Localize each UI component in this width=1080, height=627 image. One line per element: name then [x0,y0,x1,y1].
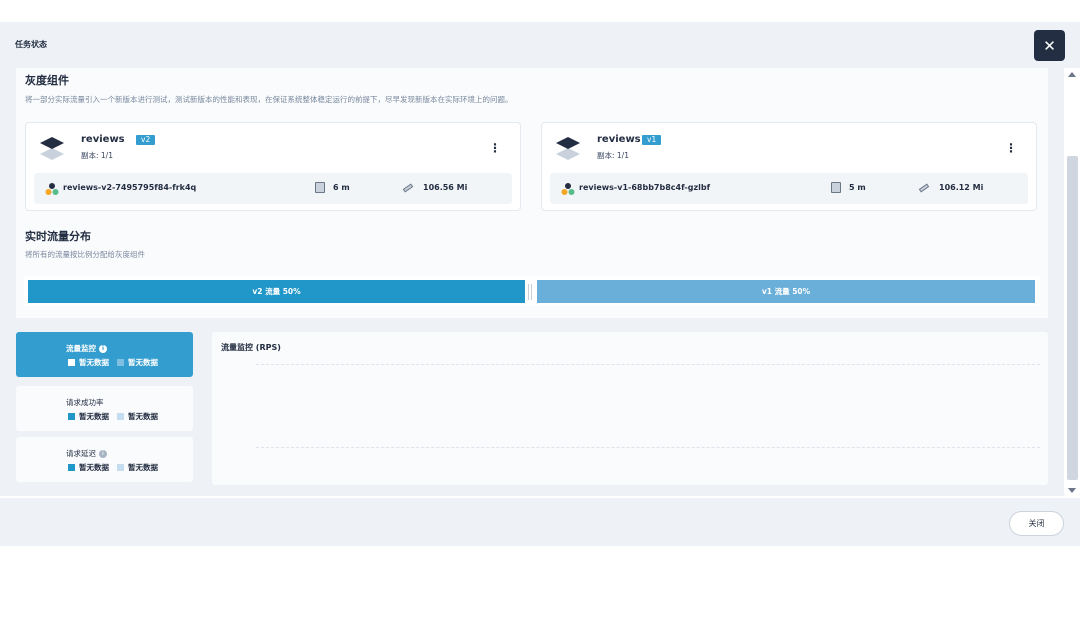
memory-icon [402,183,414,193]
tab-legend: 暂无数据 暂无数据 [68,462,158,473]
memory-icon [918,183,930,193]
scroll-up-icon[interactable] [1068,72,1076,77]
tab-latency[interactable]: 请求延迟 i 暂无数据 暂无数据 [16,437,193,482]
modal-title: 任务状态 [15,40,47,49]
tab-success-rate[interactable]: 请求成功率 暂无数据 暂无数据 [16,386,193,431]
layers-icon [40,137,64,160]
replica-count: 副本: 1/1 [597,151,629,160]
metric-chart: 流量监控 (RPS) [212,332,1048,485]
chart-gridline [256,447,1040,448]
component-name: reviews [81,134,125,145]
more-icon[interactable]: ⋮ [1005,141,1017,155]
traffic-segment-v1: v1 流量 50% [537,280,1035,303]
gray-component-section: 灰度组件 将一部分实际流量引入一个新版本进行测试，测试新版本的性能和表现，在保证… [16,68,1048,318]
pod-icon [561,183,575,195]
gray-component-title: 灰度组件 [25,74,69,87]
tab-title: 请求延迟 i [66,448,107,459]
gray-component-description: 将一部分实际流量引入一个新版本进行测试，测试新版本的性能和表现，在保证系统整体稳… [25,95,513,104]
scroll-down-icon[interactable] [1068,488,1076,493]
modal-header: 任务状态 [0,22,1080,68]
traffic-title: 实时流量分布 [25,230,91,243]
traffic-segment-v2: v2 流量 50% [28,280,525,303]
modal-footer: 关闭 [0,498,1080,546]
info-icon: i [99,450,107,458]
pod-age: 5 m [849,183,866,192]
component-card-v2: reviews v2 副本: 1/1 ⋮ reviews-v2-7495795f… [25,122,521,211]
clock-icon [831,182,841,193]
version-badge: v1 [642,135,662,145]
scrollbar[interactable] [1064,68,1080,498]
pod-memory: 106.56 Mi [423,183,468,192]
scroll-thumb[interactable] [1067,156,1078,480]
more-icon[interactable]: ⋮ [489,141,501,155]
tab-legend: 暂无数据 暂无数据 [68,357,158,368]
version-badge: v2 [136,135,156,145]
traffic-split-handle[interactable] [528,284,532,300]
replica-count: 副本: 1/1 [81,151,113,160]
pod-name[interactable]: reviews-v2-7495795f84-frk4q [63,183,196,192]
tab-traffic-monitor[interactable]: 流量监控 i 暂无数据 暂无数据 [16,332,193,377]
close-icon[interactable]: ✕ [1034,30,1065,61]
component-name: reviews [597,134,641,145]
pod-age: 6 m [333,183,350,192]
pod-icon [45,183,59,195]
clock-icon [315,182,325,193]
close-button[interactable]: 关闭 [1009,511,1064,536]
traffic-description: 将所有的流量按比例分配给灰度组件 [25,250,145,259]
pod-row: reviews-v1-68bb7b8c4f-gzlbf 5 m 106.12 M… [550,173,1028,204]
tab-title: 请求成功率 [66,398,104,407]
tab-title: 流量监控 i [66,343,107,354]
pod-row: reviews-v2-7495795f84-frk4q 6 m 106.56 M… [34,173,512,204]
info-icon: i [99,345,107,353]
component-card-v1: reviews v1 副本: 1/1 ⋮ reviews-v1-68bb7b8c… [541,122,1037,211]
pod-memory: 106.12 Mi [939,183,984,192]
modal-body: 灰度组件 将一部分实际流量引入一个新版本进行测试，测试新版本的性能和表现，在保证… [0,68,1064,496]
chart-title: 流量监控 (RPS) [221,343,281,352]
tab-legend: 暂无数据 暂无数据 [68,411,158,422]
layers-icon [556,137,580,160]
chart-gridline [256,364,1040,365]
pod-name[interactable]: reviews-v1-68bb7b8c4f-gzlbf [579,183,710,192]
traffic-distribution-bar: v2 流量 50% v1 流量 50% [24,276,1040,306]
